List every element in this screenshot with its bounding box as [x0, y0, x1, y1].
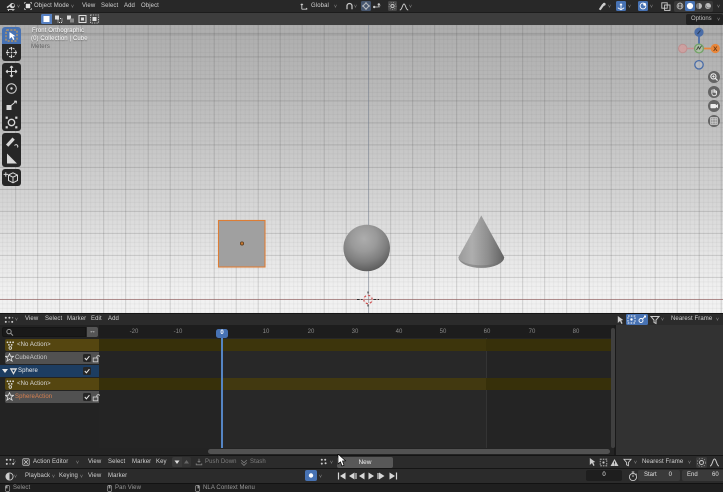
svg-text:X: X — [713, 46, 718, 53]
